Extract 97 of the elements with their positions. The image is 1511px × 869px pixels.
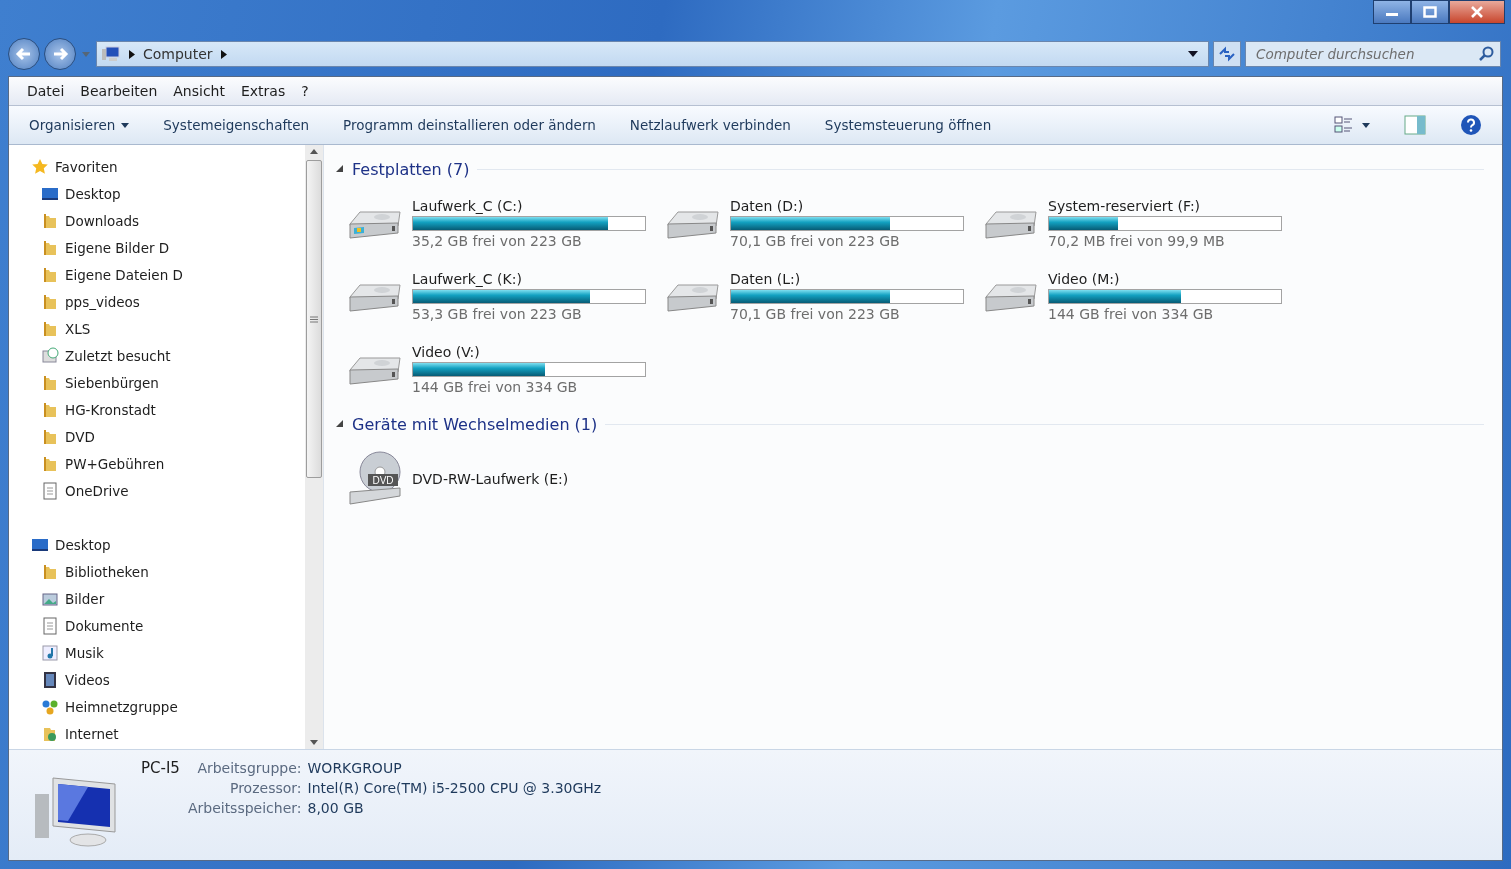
search-field[interactable]: Computer durchsuchen: [1245, 41, 1501, 67]
property-value: Intel(R) Core(TM) i5-2500 CPU @ 3.30GHz: [307, 780, 602, 796]
navigation-item[interactable]: Eigene Bilder D: [65, 239, 170, 256]
menu-item[interactable]: Datei: [27, 83, 65, 99]
property-value: WORKGROUP: [307, 760, 403, 776]
folder-icon: [41, 373, 59, 392]
caret-icon: [1362, 122, 1370, 128]
breadcrumb[interactable]: Computer: [143, 46, 213, 62]
property-label: Arbeitsspeicher:: [187, 800, 302, 816]
navigation-item[interactable]: Desktop: [65, 185, 121, 202]
drive-name[interactable]: Video (M:): [1048, 271, 1282, 287]
help-icon: [1460, 114, 1482, 136]
folder-icon: [41, 319, 59, 338]
navigation-item[interactable]: Heimnetzgruppe: [65, 698, 178, 715]
doc-icon: [41, 481, 59, 500]
drive-name[interactable]: Video (V:): [412, 344, 646, 360]
collapse-icon[interactable]: [336, 420, 344, 428]
pane-icon: [1404, 115, 1426, 135]
free-space-text: 144 GB frei von 334 GB: [412, 379, 579, 395]
address-bar[interactable]: Computer: [96, 41, 1209, 67]
computer-icon: [101, 46, 121, 62]
folder-icon: [41, 427, 59, 446]
navigation-item[interactable]: Bilder: [65, 590, 105, 607]
navigation-item[interactable]: Dokumente: [65, 617, 144, 634]
menu-item[interactable]: Extras: [241, 83, 286, 99]
dropdown-arrow-icon[interactable]: [1188, 51, 1198, 57]
navigation-item[interactable]: Desktop: [55, 536, 111, 553]
doc-icon: [41, 616, 59, 635]
navigation-item[interactable]: Zuletzt besucht: [65, 347, 171, 364]
free-space-text: 144 GB frei von 334 GB: [1048, 306, 1215, 322]
navigation-item[interactable]: Favoriten: [55, 158, 118, 175]
navigation-item[interactable]: pps_videos: [65, 293, 140, 310]
navigation-item[interactable]: HG-Kronstadt: [65, 401, 156, 418]
drive-name[interactable]: Daten (D:): [730, 198, 964, 214]
toolbar-button[interactable]: Programm deinstallieren oder ändern: [335, 111, 604, 139]
toolbar-button[interactable]: Netzlaufwerk verbinden: [621, 111, 799, 139]
minimize-button[interactable]: [1373, 0, 1411, 24]
scrollbar-thumb[interactable]: [306, 160, 322, 478]
navigation-item[interactable]: Bibliotheken: [65, 563, 149, 580]
drive-name[interactable]: Laufwerk_C (C:): [412, 198, 646, 214]
close-icon: [1470, 6, 1484, 18]
music-icon: [41, 643, 59, 662]
folder-icon: [41, 292, 59, 311]
back-button[interactable]: [8, 38, 40, 70]
star-icon: [31, 157, 49, 176]
navigation-item[interactable]: Siebenbürgen: [65, 374, 159, 391]
free-space-text: 70,1 GB frei von 223 GB: [730, 306, 901, 322]
drive-name[interactable]: Laufwerk_C (K:): [412, 271, 646, 287]
free-space-text: 70,2 MB frei von 99,9 MB: [1048, 233, 1226, 249]
folder-icon: [41, 400, 59, 419]
toolbar-button[interactable]: Organisieren: [21, 111, 138, 139]
recent-icon: [41, 346, 59, 365]
close-button[interactable]: [1449, 0, 1505, 24]
folder-icon: [41, 265, 59, 284]
free-space-text: 35,2 GB frei von 223 GB: [412, 233, 583, 249]
navigation-item[interactable]: DVD: [65, 428, 95, 445]
navigation-item[interactable]: PW+Gebühren: [65, 455, 165, 472]
view-icon: [1334, 116, 1354, 134]
property-label: Arbeitsgruppe:: [196, 760, 302, 776]
computer-name: PC-I5: [141, 759, 180, 777]
property-label: Prozessor:: [228, 780, 302, 796]
navigation-item[interactable]: Internet: [65, 725, 119, 742]
search-icon: [1478, 46, 1494, 62]
navigation-item[interactable]: XLS: [65, 320, 91, 337]
menu-item[interactable]: Ansicht: [173, 83, 225, 99]
maximize-button[interactable]: [1411, 0, 1449, 24]
video-icon: [41, 670, 59, 689]
free-space-text: 70,1 GB frei von 223 GB: [730, 233, 901, 249]
free-space-text: 53,3 GB frei von 223 GB: [412, 306, 583, 322]
folder-icon: [41, 211, 59, 230]
property-value: 8,00 GB: [307, 800, 365, 816]
collapse-icon[interactable]: [336, 165, 344, 173]
scroll-down-icon[interactable]: [310, 740, 318, 745]
scroll-up-icon[interactable]: [310, 149, 318, 154]
folder-icon: [41, 454, 59, 473]
group-header[interactable]: Geräte mit Wechselmedien (1): [352, 414, 598, 434]
drive-name[interactable]: DVD-RW-Laufwerk (E:): [412, 470, 569, 487]
navigation-item[interactable]: Videos: [65, 671, 110, 688]
forward-button[interactable]: [44, 38, 76, 70]
drive-name[interactable]: Daten (L:): [730, 271, 964, 287]
menu-item[interactable]: Bearbeiten: [80, 83, 158, 99]
library-icon: [41, 562, 59, 581]
navigation-item[interactable]: OneDrive: [65, 482, 129, 499]
navigation-item[interactable]: Eigene Dateien D: [65, 266, 183, 283]
navigation-item[interactable]: Downloads: [65, 212, 140, 229]
chevron-icon: [129, 49, 135, 59]
group-header[interactable]: Festplatten (7): [352, 159, 470, 179]
refresh-button[interactable]: [1213, 41, 1241, 67]
toolbar-button[interactable]: Systemeigenschaften: [155, 111, 318, 139]
refresh-icon: [1218, 46, 1236, 62]
maximize-icon: [1423, 6, 1437, 18]
folder-icon: [41, 238, 59, 257]
drive-name[interactable]: System-reserviert (F:): [1048, 198, 1282, 214]
chevron-icon: [220, 49, 227, 59]
navigation-item[interactable]: Musik: [65, 644, 104, 661]
toolbar-button[interactable]: Systemsteuerung öffnen: [816, 111, 1000, 139]
menu-item[interactable]: ?: [301, 83, 309, 99]
